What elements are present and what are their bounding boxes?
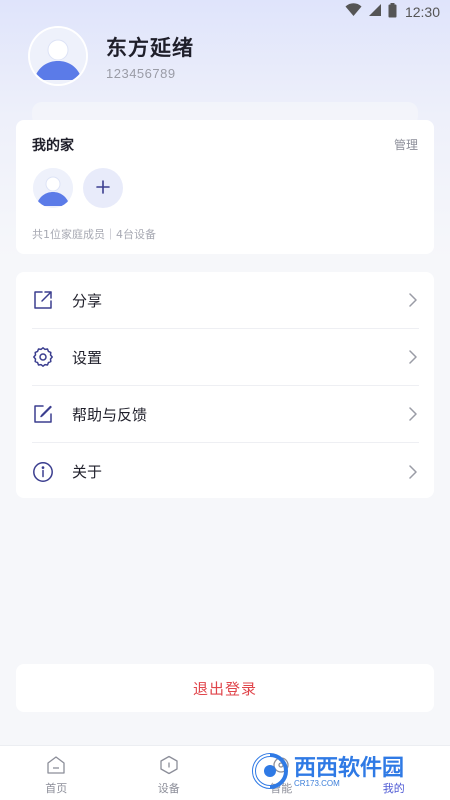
chevron-right-icon (407, 464, 419, 479)
signal-icon (368, 3, 382, 21)
info-icon (32, 461, 54, 483)
tab-device[interactable]: 设备 (113, 746, 226, 800)
device-icon (158, 754, 180, 776)
wifi-icon (345, 3, 362, 21)
status-bar: 12:30 (0, 0, 450, 24)
manage-button[interactable]: 管理 (394, 136, 418, 153)
share-icon (32, 289, 54, 311)
edit-feedback-icon (32, 403, 54, 425)
tab-mine[interactable]: 我的 (338, 746, 450, 800)
family-card: 我的家 管理 共1位家庭成员｜4台设备 (16, 120, 434, 254)
logout-label: 退出登录 (192, 679, 257, 698)
menu-item-about[interactable]: 关于 (32, 443, 419, 500)
chevron-right-icon (407, 293, 419, 307)
home-icon (45, 754, 67, 776)
tab-label: 设备 (157, 782, 180, 795)
avatar[interactable] (30, 28, 86, 84)
profile-header[interactable]: 东方延绪 123456789 (30, 28, 194, 84)
family-title: 我的家 (32, 138, 74, 154)
battery-icon (388, 2, 397, 22)
add-member-button[interactable] (83, 168, 123, 208)
menu-item-share[interactable]: 分享 (32, 272, 419, 329)
chevron-right-icon (407, 350, 419, 364)
menu-item-label: 帮助与反馈 (72, 405, 148, 424)
menu-item-label: 关于 (72, 463, 103, 481)
user-id: 123456789 (106, 65, 176, 81)
tab-label: 智能 (270, 782, 293, 795)
status-time: 12:30 (404, 4, 440, 20)
menu-item-settings[interactable]: 设置 (32, 329, 419, 386)
menu-item-label: 分享 (72, 291, 103, 310)
menu-list: 分享 设置 帮助与反馈 关于 (16, 272, 434, 498)
family-member-list (33, 168, 123, 208)
member-avatar[interactable] (33, 168, 73, 208)
tab-home[interactable]: 首页 (0, 746, 113, 800)
menu-item-label: 设置 (72, 348, 103, 367)
tab-label: 我的 (382, 782, 405, 795)
user-name: 东方延绪 (106, 35, 194, 60)
tab-label: 首页 (45, 782, 68, 795)
gear-icon (32, 346, 54, 368)
menu-item-help-feedback[interactable]: 帮助与反馈 (32, 386, 419, 443)
smart-icon (270, 754, 292, 776)
plus-icon (96, 179, 110, 198)
family-summary: 共1位家庭成员｜4台设备 (32, 228, 156, 241)
profile-icon (383, 754, 405, 776)
bottom-nav: 首页 设备 智能 我的 (0, 745, 450, 800)
tab-smart[interactable]: 智能 (225, 746, 338, 800)
logout-button[interactable]: 退出登录 (16, 664, 434, 712)
chevron-right-icon (407, 407, 419, 421)
